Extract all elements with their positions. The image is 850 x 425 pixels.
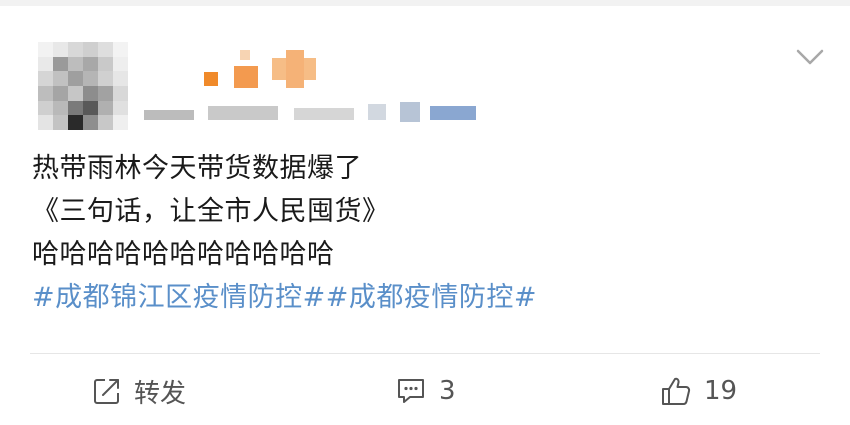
avatar[interactable] — [38, 42, 128, 130]
comment-bubble-icon — [395, 376, 427, 406]
thumbs-up-icon — [660, 375, 692, 407]
repost-label: 转发 — [134, 378, 187, 409]
like-count: 19 — [704, 376, 738, 406]
post-text-line: 《三句话，让全市人民囤货》 — [32, 196, 390, 227]
comment-count: 3 — [439, 376, 456, 406]
chevron-down-icon[interactable] — [792, 44, 828, 70]
post-text-line: 哈哈哈哈哈哈哈哈哈哈哈 — [32, 239, 335, 270]
username-redacted[interactable] — [196, 50, 326, 90]
comment-button[interactable]: 3 — [395, 371, 456, 411]
post-text-line: 热带雨林今天带货数据爆了 — [32, 153, 362, 184]
post-meta-redacted — [144, 102, 494, 124]
share-square-icon — [92, 376, 122, 406]
divider — [30, 353, 820, 354]
weibo-post-card: 热带雨林今天带货数据爆了 《三句话，让全市人民囤货》 哈哈哈哈哈哈哈哈哈哈哈 #… — [0, 6, 850, 425]
post-body: 热带雨林今天带货数据爆了 《三句话，让全市人民囤货》 哈哈哈哈哈哈哈哈哈哈哈 #… — [32, 147, 810, 319]
repost-button[interactable]: 转发 — [92, 371, 186, 411]
like-button[interactable]: 19 — [660, 371, 737, 411]
hashtag-line: #成都锦江区疫情防控##成都疫情防控# — [32, 276, 810, 319]
hashtag-link[interactable]: #成都疫情防控# — [326, 282, 537, 313]
hashtag-link[interactable]: #成都锦江区疫情防控# — [32, 282, 326, 313]
